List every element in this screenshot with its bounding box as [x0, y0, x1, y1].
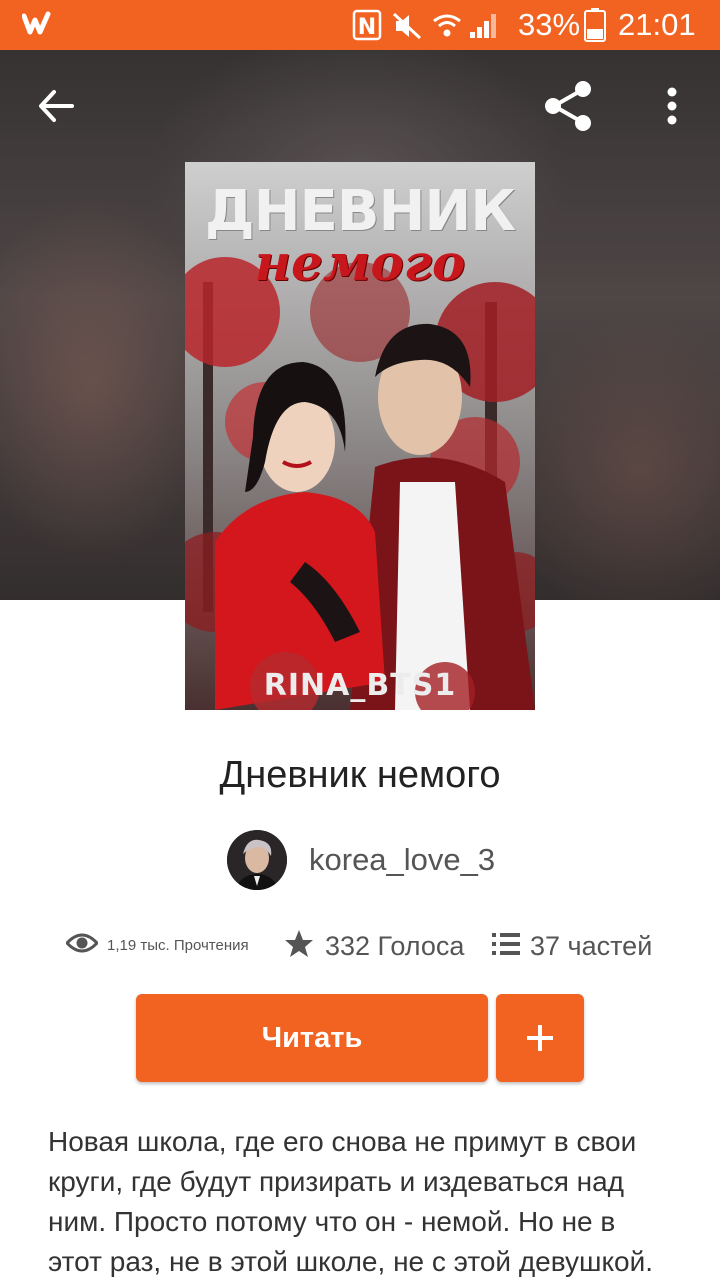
reads-count: 1,19 тыс. Прочтения [107, 937, 249, 954]
back-arrow-icon[interactable] [36, 86, 76, 126]
eye-icon [66, 933, 98, 953]
parts-count: 37 частей [530, 931, 653, 961]
story-title: Дневник немого [219, 754, 501, 796]
battery-percent: 33% [518, 7, 581, 42]
wifi-icon [433, 14, 461, 37]
author-name[interactable]: korea_love_3 [309, 840, 495, 880]
clock: 21:01 [618, 7, 696, 42]
story-stats: 1,19 тыс. Прочтения 332 Голоса 37 частей [0, 922, 720, 972]
battery-icon [584, 8, 606, 42]
signal-icon [470, 14, 496, 38]
book-cover[interactable]: ДНЕВНИК немого RINA_BTS1 [185, 162, 535, 710]
mute-icon [392, 12, 422, 40]
votes-count: 332 Голоса [325, 931, 465, 961]
avatar[interactable] [227, 830, 287, 890]
wattpad-logo-icon [22, 11, 51, 35]
share-icon[interactable] [542, 80, 594, 132]
read-button[interactable]: Читать [136, 994, 488, 1082]
star-icon [285, 930, 313, 957]
nfc-icon: N [352, 9, 382, 41]
add-to-library-button[interactable] [496, 994, 584, 1082]
description-line: Новая школа, где его снова не примут в с… [48, 1126, 637, 1157]
description-line: ним. Просто потому что он - немой. Но не… [48, 1206, 616, 1237]
status-icons: N [352, 9, 496, 41]
list-icon [492, 933, 520, 955]
cover-author-text: RINA_BTS1 [263, 668, 457, 703]
status-bar: N 33% 21:01 [0, 0, 720, 50]
plus-icon [527, 1025, 553, 1051]
story-description: Новая школа, где его снова не примут в с… [48, 1122, 688, 1282]
description-line: этот раз, не в этой школе, не с этой дев… [48, 1246, 654, 1277]
cover-subtitle-text: немого [254, 233, 466, 292]
svg-text:N: N [358, 15, 376, 40]
description-line: круги, где будут призирать и издеваться … [48, 1166, 625, 1197]
more-vertical-icon[interactable] [660, 86, 684, 126]
